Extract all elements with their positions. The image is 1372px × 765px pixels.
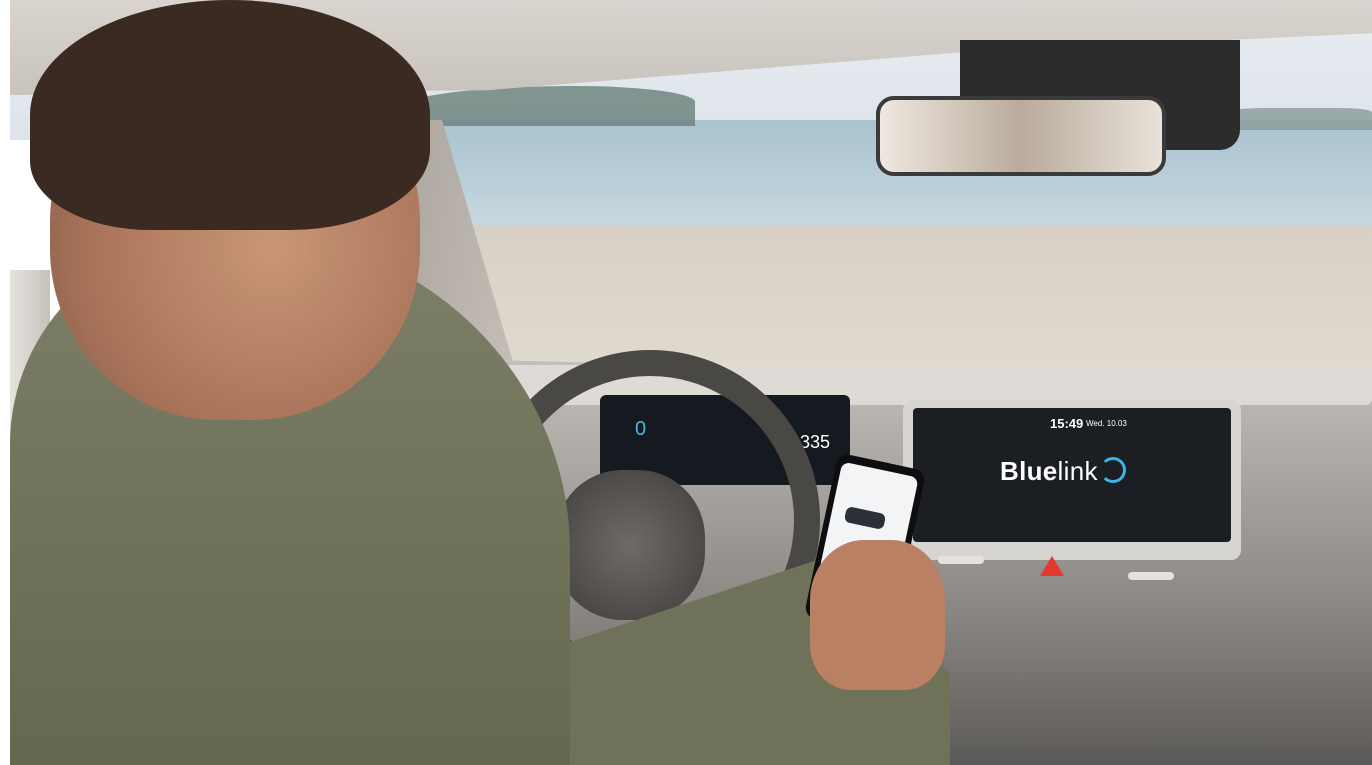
screen-date: Wed. 10.03 [1086, 419, 1127, 428]
rearview-mirror [876, 96, 1166, 176]
logo-light-text: link [1057, 456, 1098, 486]
bluelink-ring-icon [1099, 457, 1126, 483]
screen-time: 15:49 [1050, 416, 1084, 431]
driver-hair [30, 0, 430, 230]
car-interior-photo: 0 335 15:49 Wed. 10.03 Bluelink [10, 0, 1372, 765]
steering-wheel-hub [555, 470, 705, 620]
hazard-icon [1040, 556, 1064, 576]
bluelink-logo: Bluelink [1000, 456, 1126, 487]
air-vent-right [1128, 572, 1174, 580]
logo-bold-text: Blue [1000, 456, 1058, 486]
air-vent-left [938, 556, 984, 564]
distant-shore [1220, 108, 1372, 130]
driver-hand [810, 540, 945, 690]
beach [440, 225, 1372, 385]
